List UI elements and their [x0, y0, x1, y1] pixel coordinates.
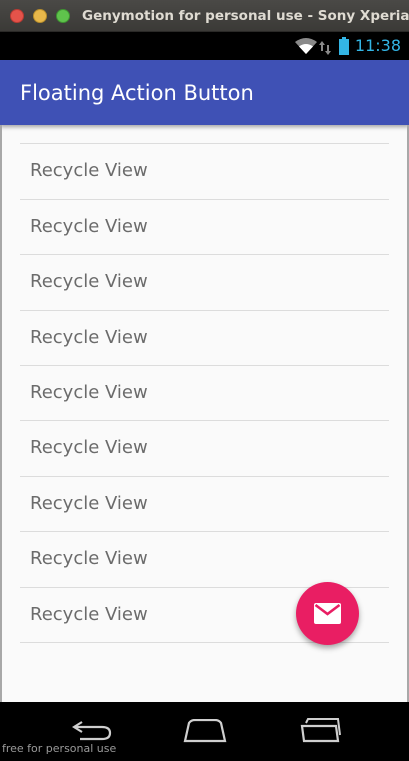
- item-list: Recycle View Recycle View Recycle View Recy…: [0, 125, 409, 643]
- home-icon[interactable]: [183, 718, 227, 747]
- list-item-label: Recycle View: [30, 125, 148, 144]
- window-maximize-button[interactable]: [56, 9, 70, 23]
- list-item[interactable]: Recycle View: [20, 144, 389, 200]
- app-bar: Floating Action Button: [0, 60, 409, 125]
- window-minimize-button[interactable]: [33, 9, 47, 23]
- list-item[interactable]: Recycle View: [20, 532, 389, 588]
- list-item[interactable]: Recycle View: [20, 366, 389, 422]
- list-item[interactable]: Recycle View: [20, 125, 389, 145]
- host-window-title: Genymotion for personal use - Sony Xperi…: [82, 8, 409, 24]
- status-time: 11:38: [354, 36, 401, 55]
- list-item-label: Recycle View: [30, 437, 148, 459]
- list-item-label: Recycle View: [30, 492, 148, 514]
- signal-arrows-icon: [319, 40, 331, 59]
- list-item-label: Recycle View: [30, 603, 148, 625]
- list-item[interactable]: Recycle View: [20, 477, 389, 533]
- mail-icon: [314, 603, 341, 628]
- list-item[interactable]: Recycle View: [20, 421, 389, 477]
- watermark-text: free for personal use: [2, 742, 117, 755]
- list-item[interactable]: Recycle View: [20, 255, 389, 311]
- wifi-icon: [295, 38, 317, 58]
- android-status-bar: 11:38: [0, 32, 409, 60]
- app-title: Floating Action Button: [20, 81, 254, 105]
- emulator-window: Genymotion for personal use - Sony Xperi…: [0, 0, 409, 761]
- window-close-button[interactable]: [10, 9, 24, 23]
- left-bezel: [0, 125, 2, 702]
- host-title-bar: Genymotion for personal use - Sony Xperi…: [0, 0, 409, 32]
- android-nav-bar: free for personal use: [0, 702, 409, 761]
- list-item-label: Recycle View: [30, 381, 148, 403]
- recents-icon[interactable]: [300, 717, 344, 747]
- list-item-label: Recycle View: [30, 160, 148, 182]
- list-item[interactable]: Recycle View: [20, 200, 389, 256]
- list-item[interactable]: Recycle View: [20, 311, 389, 366]
- floating-action-button[interactable]: [296, 582, 359, 645]
- list-item-label: Recycle View: [30, 271, 148, 293]
- list-item-label: Recycle View: [30, 326, 148, 348]
- battery-icon: [339, 37, 349, 59]
- list-item-label: Recycle View: [30, 215, 148, 237]
- list-item-label: Recycle View: [30, 548, 148, 570]
